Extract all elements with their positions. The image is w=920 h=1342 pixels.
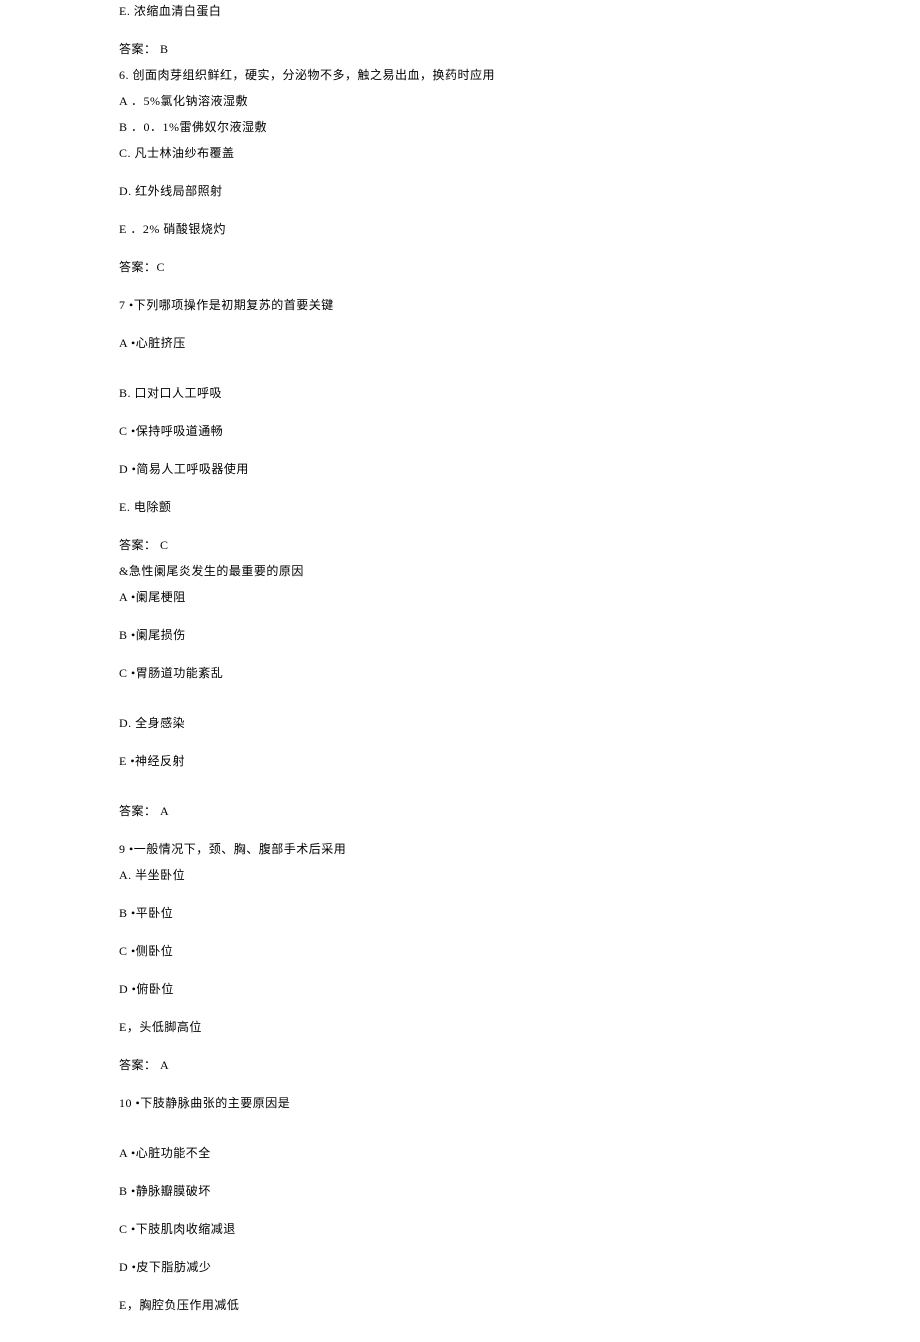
blank-line: [119, 1284, 860, 1296]
blank-line: [119, 28, 860, 40]
text-line: A. 半坐卧位: [119, 866, 860, 884]
text-line: B ．0．1%雷佛奴尔液湿敷: [119, 118, 860, 136]
blank-line: [119, 930, 860, 942]
text-line: A •心脏功能不全: [119, 1144, 860, 1162]
blank-line: [119, 322, 860, 334]
blank-line: [119, 486, 860, 498]
text-line: 答案：C: [119, 258, 860, 276]
text-line: E •神经反射: [119, 752, 860, 770]
document-page: E. 浓缩血清白蛋白答案： B 6. 创面肉芽组织鲜红，硬实，分泌物不多，触之易出…: [0, 0, 920, 1342]
text-line: &急性阑尾炎发生的最重要的原因: [119, 562, 860, 580]
blank-line: [119, 1246, 860, 1258]
blank-line: [119, 284, 860, 296]
blank-line: [119, 1132, 860, 1144]
blank-line: [119, 1208, 860, 1220]
blank-line: [119, 790, 860, 802]
blank-line: [119, 702, 860, 714]
text-line: 答案： B: [119, 40, 860, 58]
blank-line: [119, 740, 860, 752]
text-line: E. 浓缩血清白蛋白: [119, 2, 860, 20]
blank-line: [119, 372, 860, 384]
blank-line: [119, 1044, 860, 1056]
text-line: B •平卧位: [119, 904, 860, 922]
text-line: D. 全身感染: [119, 714, 860, 732]
blank-line: [119, 1006, 860, 1018]
text-line: E ．2% 硝酸银烧灼: [119, 220, 860, 238]
blank-line: [119, 1120, 860, 1132]
text-line: C. 凡士林油纱布覆盖: [119, 144, 860, 162]
text-line: A •心脏挤压: [119, 334, 860, 352]
blank-line: [119, 246, 860, 258]
text-line: D •简易人工呼吸器使用: [119, 460, 860, 478]
text-line: B •阑尾损伤: [119, 626, 860, 644]
text-line: 9 •一般情况下，颈、胸、腹部手术后采用: [119, 840, 860, 858]
blank-line: [119, 614, 860, 626]
text-line: 答案： A: [119, 802, 860, 820]
text-line: B •静脉瓣膜破坏: [119, 1182, 860, 1200]
blank-line: [119, 1082, 860, 1094]
blank-line: [119, 208, 860, 220]
text-line: 10 •下肢静脉曲张的主要原因是: [119, 1094, 860, 1112]
text-line: C •侧卧位: [119, 942, 860, 960]
text-line: C •保持呼吸道通畅: [119, 422, 860, 440]
blank-line: [119, 778, 860, 790]
blank-line: [119, 892, 860, 904]
text-line: E，头低脚高位: [119, 1018, 860, 1036]
text-line: E. 电除颤: [119, 498, 860, 516]
text-line: 答案： C: [119, 536, 860, 554]
blank-line: [119, 524, 860, 536]
text-line: A •阑尾梗阻: [119, 588, 860, 606]
text-line: 7 •下列哪项操作是初期复苏的首要关键: [119, 296, 860, 314]
blank-line: [119, 828, 860, 840]
text-line: C •胃肠道功能紊乱: [119, 664, 860, 682]
text-line: D. 红外线局部照射: [119, 182, 860, 200]
blank-line: [119, 170, 860, 182]
text-line: D •俯卧位: [119, 980, 860, 998]
blank-line: [119, 690, 860, 702]
text-line: C •下肢肌肉收缩减退: [119, 1220, 860, 1238]
text-line: E，胸腔负压作用减低: [119, 1296, 860, 1314]
text-line: D •皮下脂肪减少: [119, 1258, 860, 1276]
text-line: 6. 创面肉芽组织鲜红，硬实，分泌物不多，触之易出血，换药时应用: [119, 66, 860, 84]
blank-line: [119, 410, 860, 422]
blank-line: [119, 1170, 860, 1182]
text-line: B. 口对口人工呼吸: [119, 384, 860, 402]
text-line: 答案： A: [119, 1056, 860, 1074]
text-line: A ．5%氯化钠溶液湿敷: [119, 92, 860, 110]
blank-line: [119, 360, 860, 372]
document-content: E. 浓缩血清白蛋白答案： B 6. 创面肉芽组织鲜红，硬实，分泌物不多，触之易出…: [119, 2, 860, 1314]
blank-line: [119, 652, 860, 664]
blank-line: [119, 448, 860, 460]
blank-line: [119, 968, 860, 980]
